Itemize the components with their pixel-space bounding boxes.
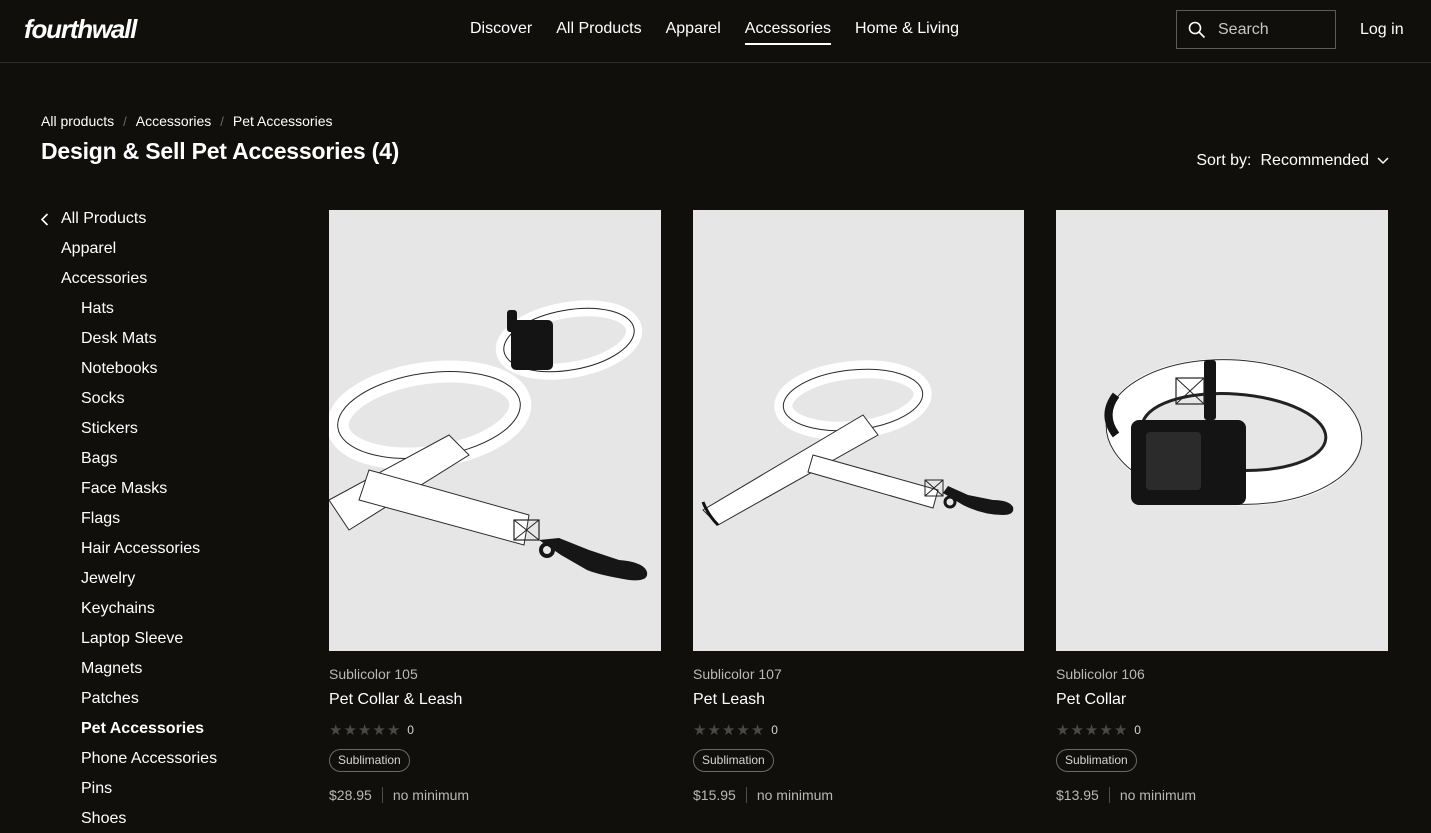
divider bbox=[1108, 787, 1110, 803]
product-name[interactable]: Pet Collar & Leash bbox=[329, 691, 462, 709]
product-card[interactable]: Sublicolor 107 Pet Leash ★ ★ ★ ★ ★ 0 Sub… bbox=[693, 210, 1024, 803]
sidebar-item-shoes[interactable]: Shoes bbox=[81, 810, 126, 828]
nav-accessories[interactable]: Accessories bbox=[744, 20, 832, 45]
star-icon: ★ bbox=[357, 722, 372, 739]
product-price: $13.95 bbox=[1056, 787, 1099, 803]
star-icon: ★ bbox=[1070, 722, 1084, 739]
product-card[interactable]: Sublicolor 105 Pet Collar & Leash ★ ★ ★ … bbox=[329, 210, 661, 803]
product-rating: ★ ★ ★ ★ ★ 0 bbox=[329, 721, 414, 739]
divider bbox=[745, 787, 747, 803]
sidebar-item-hats[interactable]: Hats bbox=[81, 300, 114, 318]
product-name[interactable]: Pet Leash bbox=[693, 691, 765, 709]
sidebar-item-face-masks[interactable]: Face Masks bbox=[81, 480, 167, 498]
sidebar-item-flags[interactable]: Flags bbox=[81, 510, 120, 528]
sidebar-item-hair-accessories[interactable]: Hair Accessories bbox=[81, 540, 200, 558]
sidebar-item-keychains[interactable]: Keychains bbox=[81, 600, 155, 618]
product-price: $28.95 bbox=[329, 787, 372, 803]
product-rating: ★ ★ ★ ★ ★ 0 bbox=[693, 721, 778, 739]
product-brand: Sublicolor 106 bbox=[1056, 666, 1145, 682]
sidebar-item-pet-accessories[interactable]: Pet Accessories bbox=[81, 720, 204, 738]
site-header: fourthwall Discover All Products Apparel… bbox=[0, 0, 1431, 63]
product-image[interactable] bbox=[693, 210, 1024, 651]
product-name[interactable]: Pet Collar bbox=[1056, 691, 1126, 709]
star-icon: ★ bbox=[1099, 722, 1113, 739]
sort-value: Recommended bbox=[1260, 152, 1370, 169]
nav-home-living[interactable]: Home & Living bbox=[855, 20, 959, 45]
sort-label: Sort by: bbox=[1196, 152, 1252, 169]
collar-leash-illustration bbox=[329, 300, 648, 581]
sidebar-item-bags[interactable]: Bags bbox=[81, 450, 117, 468]
star-icon: ★ bbox=[386, 722, 401, 739]
star-icon: ★ bbox=[1056, 722, 1070, 739]
divider bbox=[381, 787, 383, 803]
star-icon: ★ bbox=[1084, 722, 1099, 739]
nav-all-products[interactable]: All Products bbox=[556, 20, 641, 45]
price-row: $13.95 no minimum bbox=[1056, 787, 1196, 803]
product-brand: Sublicolor 107 bbox=[693, 666, 782, 682]
sidebar-item-apparel[interactable]: Apparel bbox=[61, 240, 116, 258]
sidebar-item-socks[interactable]: Socks bbox=[81, 390, 125, 408]
product-rating: ★ ★ ★ ★ ★ 0 bbox=[1056, 721, 1141, 739]
breadcrumb-separator: / bbox=[220, 113, 224, 129]
star-icon: ★ bbox=[343, 722, 357, 739]
sort-dropdown[interactable]: Sort by: Recommended bbox=[1196, 152, 1389, 170]
sidebar-item-patches[interactable]: Patches bbox=[81, 690, 139, 708]
sidebar-item-notebooks[interactable]: Notebooks bbox=[81, 360, 158, 378]
breadcrumb-accessories[interactable]: Accessories bbox=[136, 113, 211, 129]
product-image[interactable] bbox=[329, 210, 661, 651]
breadcrumb: All products / Accessories / Pet Accesso… bbox=[41, 113, 332, 129]
logo[interactable]: fourthwall bbox=[24, 14, 137, 45]
product-tag: Sublimation bbox=[693, 749, 774, 772]
price-row: $28.95 no minimum bbox=[329, 787, 469, 803]
search-placeholder: Search bbox=[1218, 20, 1269, 38]
sidebar-item-jewelry[interactable]: Jewelry bbox=[81, 570, 135, 588]
product-tag: Sublimation bbox=[1056, 749, 1137, 772]
chevron-down-icon bbox=[1377, 157, 1389, 165]
sidebar-item-desk-mats[interactable]: Desk Mats bbox=[81, 330, 157, 348]
rating-count: 0 bbox=[771, 723, 778, 737]
star-icon: ★ bbox=[707, 722, 721, 739]
star-icon: ★ bbox=[750, 722, 765, 739]
rating-count: 0 bbox=[407, 723, 414, 737]
leash-illustration bbox=[701, 360, 1014, 527]
star-icon: ★ bbox=[1113, 722, 1128, 739]
nav-apparel[interactable]: Apparel bbox=[666, 20, 721, 45]
product-price: $15.95 bbox=[693, 787, 736, 803]
sidebar-item-pins[interactable]: Pins bbox=[81, 780, 112, 798]
product-image[interactable] bbox=[1056, 210, 1388, 651]
sidebar-item-phone-accessories[interactable]: Phone Accessories bbox=[81, 750, 217, 768]
product-brand: Sublicolor 105 bbox=[329, 666, 418, 682]
nav-discover[interactable]: Discover bbox=[470, 20, 532, 45]
price-row: $15.95 no minimum bbox=[693, 787, 833, 803]
main-nav: Discover All Products Apparel Accessorie… bbox=[470, 20, 959, 45]
product-card[interactable]: Sublicolor 106 Pet Collar ★ ★ ★ ★ ★ 0 Su… bbox=[1056, 210, 1388, 803]
product-minimum: no minimum bbox=[756, 787, 834, 803]
breadcrumb-pet-accessories[interactable]: Pet Accessories bbox=[233, 113, 333, 129]
login-link[interactable]: Log in bbox=[1360, 21, 1404, 39]
collar-illustration bbox=[1104, 358, 1363, 506]
chevron-left-icon[interactable] bbox=[40, 213, 49, 226]
sidebar-back-all-products[interactable]: All Products bbox=[61, 210, 146, 228]
breadcrumb-separator: / bbox=[123, 113, 127, 129]
search-input[interactable]: Search bbox=[1176, 10, 1336, 49]
rating-count: 0 bbox=[1134, 723, 1141, 737]
sidebar-item-accessories[interactable]: Accessories bbox=[61, 270, 147, 288]
star-icon: ★ bbox=[721, 722, 736, 739]
star-icon: ★ bbox=[736, 722, 750, 739]
breadcrumb-all-products[interactable]: All products bbox=[41, 113, 114, 129]
product-minimum: no minimum bbox=[1119, 787, 1197, 803]
star-icon: ★ bbox=[693, 722, 707, 739]
search-icon bbox=[1188, 21, 1206, 38]
sidebar-item-stickers[interactable]: Stickers bbox=[81, 420, 138, 438]
sidebar-item-magnets[interactable]: Magnets bbox=[81, 660, 142, 678]
sidebar-item-laptop-sleeve[interactable]: Laptop Sleeve bbox=[81, 630, 183, 648]
page-title: Design & Sell Pet Accessories (4) bbox=[41, 138, 400, 164]
product-tag: Sublimation bbox=[329, 749, 410, 772]
star-icon: ★ bbox=[329, 722, 343, 739]
product-minimum: no minimum bbox=[392, 787, 470, 803]
star-icon: ★ bbox=[372, 722, 386, 739]
